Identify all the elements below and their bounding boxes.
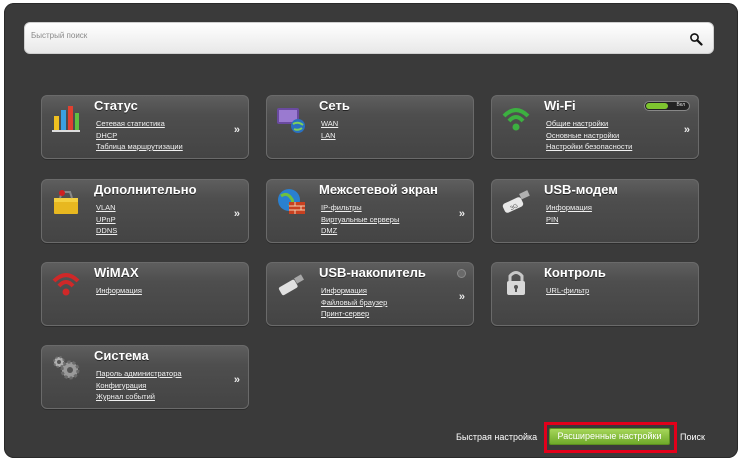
tile-usb-storage[interactable]: USB-накопитель Информация Файловый брауз… [266, 262, 474, 326]
tile-network[interactable]: Сеть WAN LAN [266, 95, 474, 159]
link-ddns[interactable]: DDNS [96, 225, 117, 237]
toggle-label: Вкл [676, 102, 686, 108]
link-wan[interactable]: WAN [321, 118, 338, 130]
link-dmz[interactable]: DMZ [321, 225, 399, 237]
network-globe-icon [277, 108, 305, 133]
tile-wifi[interactable]: Wi-Fi Вкл Общие настройки Основные настр… [491, 95, 699, 159]
wifi-signal-icon [502, 108, 530, 131]
gears-icon [53, 356, 80, 380]
link-dhcp[interactable]: DHCP [96, 130, 183, 142]
quick-search-bar[interactable] [24, 22, 714, 54]
link-print-server[interactable]: Принт-сервер [321, 308, 387, 320]
link-lan[interactable]: LAN [321, 130, 338, 142]
usb-modem-icon: 3G [502, 190, 530, 213]
expand-arrow-icon[interactable]: » [234, 374, 240, 386]
link-configuration[interactable]: Конфигурация [96, 380, 182, 392]
link-general-settings[interactable]: Общие настройки [546, 118, 632, 130]
expand-arrow-icon[interactable]: » [234, 208, 240, 220]
link-pin[interactable]: PIN [546, 214, 592, 226]
toggle-fill [646, 103, 668, 109]
tile-wimax[interactable]: WiMAX Информация [41, 262, 249, 326]
tile-title: Межсетевой экран [319, 182, 438, 197]
tile-title: USB-модем [544, 182, 618, 197]
firewall-globe-icon [278, 189, 305, 214]
status-dot-icon [457, 269, 466, 278]
tile-title: Статус [94, 98, 138, 113]
tile-control[interactable]: Контроль URL-фильтр [491, 262, 699, 326]
search-input[interactable] [31, 27, 671, 43]
tile-status[interactable]: Статус Сетевая статистика DHCP Таблица м… [41, 95, 249, 159]
tile-firewall[interactable]: Межсетевой экран IP-фильтры Виртуальные … [266, 179, 474, 243]
link-admin-password[interactable]: Пароль администратора [96, 368, 182, 380]
tile-usb-modem[interactable]: 3G USB-модем Информация PIN [491, 179, 699, 243]
link-virtual-servers[interactable]: Виртуальные серверы [321, 214, 399, 226]
tile-title: Контроль [544, 265, 606, 280]
expand-arrow-icon[interactable]: » [459, 291, 465, 303]
link-basic-settings[interactable]: Основные настройки [546, 130, 632, 142]
expand-arrow-icon[interactable]: » [684, 124, 690, 136]
link-upnp[interactable]: UPnP [96, 214, 117, 226]
expand-arrow-icon[interactable]: » [234, 124, 240, 136]
link-information[interactable]: Информация [96, 285, 142, 297]
advanced-settings-button[interactable]: Расширенные настройки [549, 428, 670, 445]
tile-title: Сеть [319, 98, 350, 113]
bar-chart-icon [52, 106, 80, 132]
expand-arrow-icon[interactable]: » [459, 208, 465, 220]
link-information[interactable]: Информация [321, 285, 387, 297]
link-security-settings[interactable]: Настройки безопасности [546, 141, 632, 153]
tile-system[interactable]: Система Пароль администратора Конфигурац… [41, 345, 249, 409]
tile-title: Дополнительно [94, 182, 197, 197]
wifi-toggle[interactable]: Вкл [644, 101, 690, 111]
usb-flash-drive-icon [278, 274, 304, 296]
link-event-log[interactable]: Журнал событий [96, 391, 182, 403]
tile-title: Wi-Fi [544, 98, 576, 113]
tile-title: Система [94, 348, 149, 363]
search-link[interactable]: Поиск [680, 432, 705, 442]
link-information[interactable]: Информация [546, 202, 592, 214]
toolbox-icon [54, 190, 78, 214]
padlock-icon [507, 271, 525, 295]
search-icon[interactable] [689, 32, 703, 46]
wimax-signal-icon [52, 273, 80, 296]
link-routing-table[interactable]: Таблица маршрутизации [96, 141, 183, 153]
link-file-browser[interactable]: Файловый браузер [321, 297, 387, 309]
quick-setup-link[interactable]: Быстрая настройка [456, 432, 537, 442]
link-vlan[interactable]: VLAN [96, 202, 117, 214]
link-network-statistics[interactable]: Сетевая статистика [96, 118, 183, 130]
tile-title: WiMAX [94, 265, 139, 280]
link-url-filter[interactable]: URL-фильтр [546, 285, 589, 297]
tile-advanced[interactable]: Дополнительно VLAN UPnP DDNS » [41, 179, 249, 243]
link-ip-filters[interactable]: IP-фильтры [321, 202, 399, 214]
tile-title: USB-накопитель [319, 265, 426, 280]
